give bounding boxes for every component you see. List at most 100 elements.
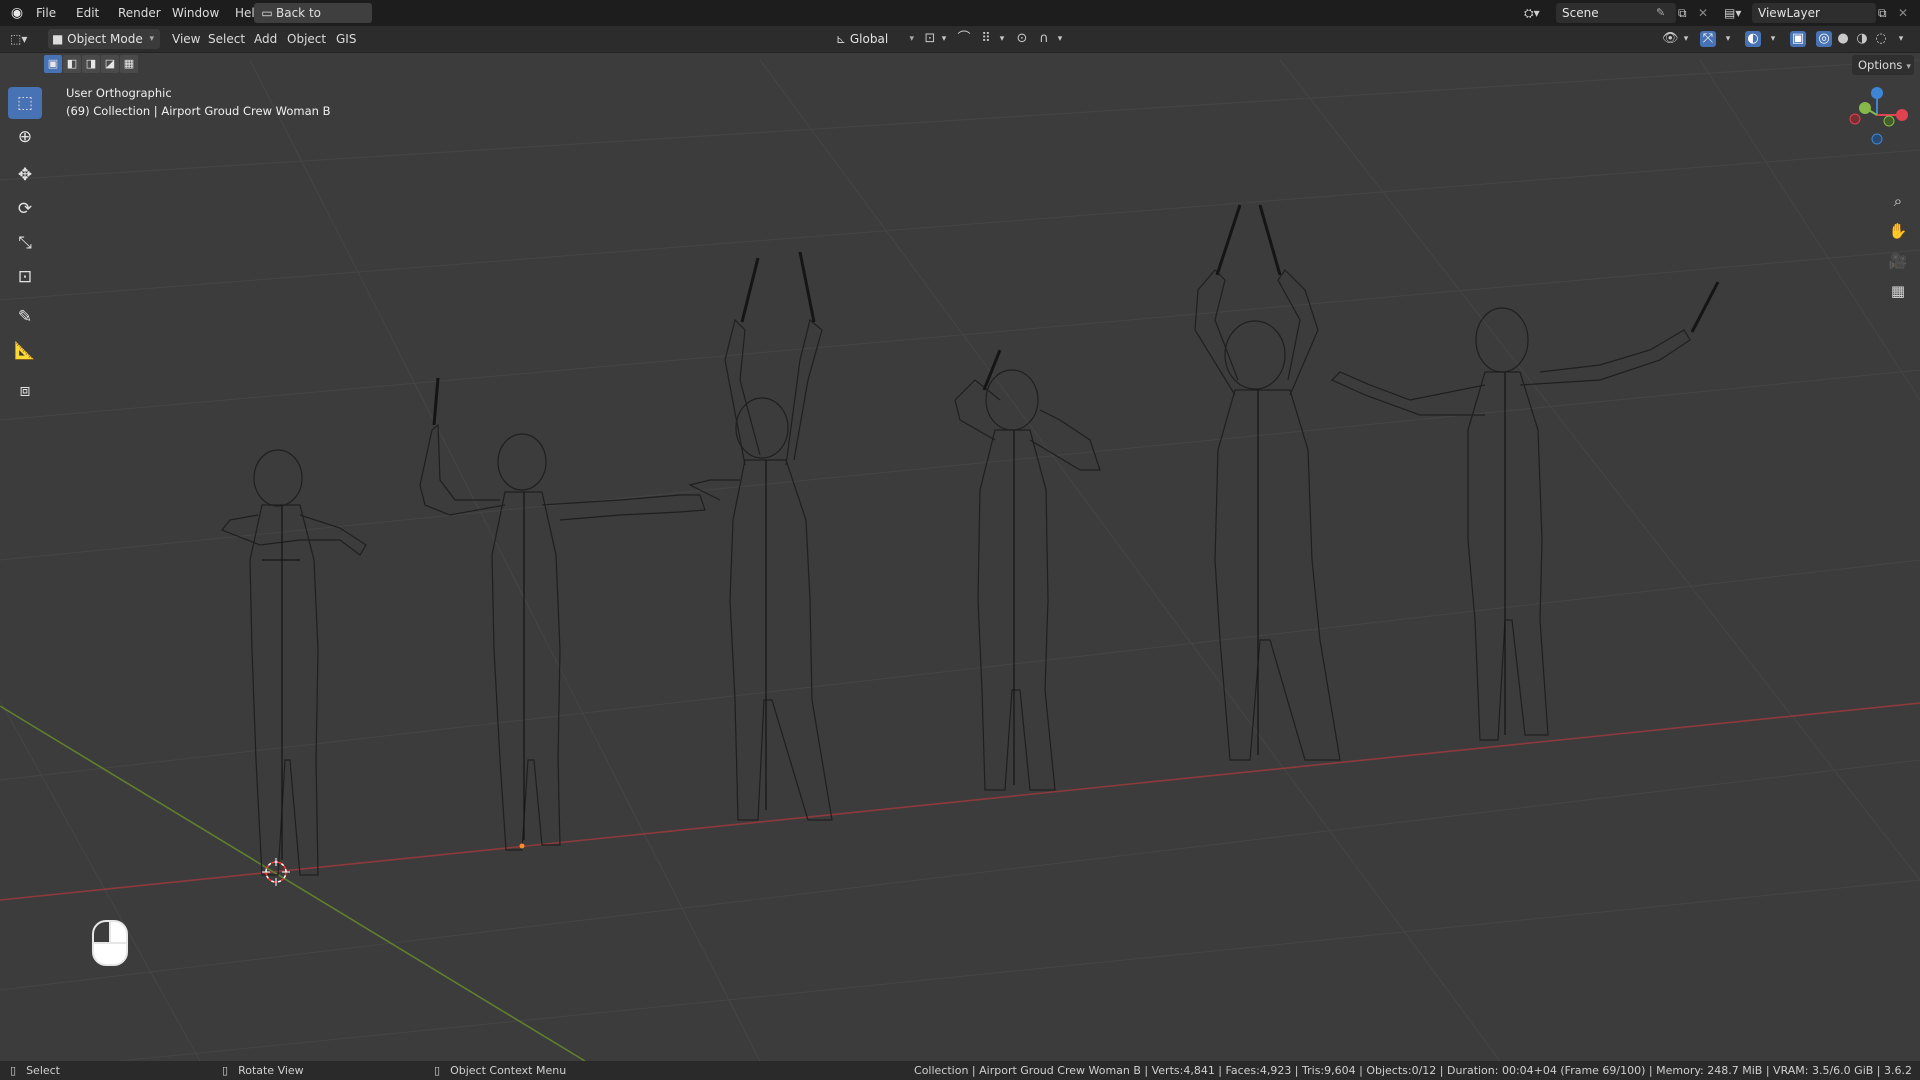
snap-icon[interactable]: ⌒ [956, 31, 972, 47]
screen-icon: ▭ [261, 6, 273, 20]
menu-select[interactable]: Select [202, 30, 251, 48]
shading-rendered-icon[interactable]: ◌ [1873, 31, 1889, 47]
options-label: Options [1858, 58, 1903, 72]
orientation-label: Global [849, 32, 889, 46]
object-mode-icon: ■ [52, 32, 68, 46]
new-viewlayer-icon[interactable]: ⧉ [1878, 4, 1894, 22]
top-menubar: ◉ File Edit Render Window Help ▭ Back to … [0, 0, 1920, 40]
context-menu-label: Object Context Menu [450, 1064, 567, 1077]
editor-type-icon[interactable]: ⬚▾ [10, 30, 40, 48]
falloff-icon[interactable]: ∩ [1036, 31, 1052, 47]
figure-1 [221, 449, 367, 876]
overlays-toggle-icon[interactable]: ◐ [1745, 31, 1761, 47]
rotate-view-label: Rotate View [238, 1064, 304, 1077]
chevron-down-icon: ▾ [149, 34, 154, 44]
select-new-icon[interactable]: ▣ [44, 55, 62, 73]
viewport-header: ⬚▾ ■ Object Mode ▾ View Select Add Object… [0, 26, 1920, 53]
delete-scene-icon[interactable]: ✕ [1698, 4, 1714, 22]
figure-2 [419, 377, 706, 851]
select-extend-icon[interactable]: ◧ [63, 55, 81, 73]
viewport-canvas [0, 59, 1920, 1061]
pivot-chevron-icon[interactable]: ▾ [936, 31, 952, 47]
mode-dropdown[interactable]: ■ Object Mode ▾ [48, 29, 160, 49]
overlays-chevron-icon[interactable]: ▾ [1765, 31, 1781, 47]
visibility-chevron-icon[interactable]: ▾ [1678, 31, 1694, 47]
figure-6 [1330, 281, 1720, 741]
options-dropdown[interactable]: Options ▾ [1852, 55, 1914, 75]
camera-view-icon[interactable]: 🎥 [1885, 248, 1911, 274]
mouse-middle-icon: ▯ [222, 1064, 229, 1077]
proportional-edit-icon[interactable]: ⊙ [1014, 31, 1030, 47]
delete-viewlayer-icon[interactable]: ✕ [1898, 4, 1914, 22]
annotate-icon[interactable]: ✎ [8, 301, 42, 333]
gizmo-toggle-icon[interactable]: ⤧ [1700, 31, 1716, 47]
select-hint: ▯ Select [10, 1063, 60, 1078]
zoom-icon[interactable]: ⌕ [1885, 188, 1911, 214]
menu-gis[interactable]: GIS [330, 30, 362, 48]
pan-hand-icon[interactable]: ✋ [1885, 218, 1911, 244]
menu-object[interactable]: Object [281, 30, 332, 48]
gizmo-chevron-icon[interactable]: ▾ [1720, 31, 1736, 47]
transform-icon[interactable]: ⊡ [8, 261, 42, 293]
mouse-hint-icon [92, 920, 128, 966]
figure-3 [688, 251, 833, 821]
menu-file[interactable]: File [30, 4, 62, 22]
falloff-chevron-icon[interactable]: ▾ [1052, 31, 1068, 47]
mode-label: Object Mode [67, 32, 143, 46]
figure-4 [954, 349, 1101, 791]
menu-window[interactable]: Window [166, 4, 225, 22]
y-axis-line [0, 705, 586, 1061]
x-axis-line [0, 702, 1920, 901]
select-subtract-icon[interactable]: ◨ [82, 55, 100, 73]
viewlayer-type-icon[interactable]: ▤▾ [1724, 4, 1754, 22]
status-bar: ▯ Select ▯ Rotate View ▯ Object Context Men… [0, 1061, 1920, 1080]
3d-viewport[interactable]: ▣ ◧ ◨ ◪ ▦ User Orthographic (69) Collect… [0, 53, 1920, 1061]
viewlayer-field[interactable]: ViewLayer [1752, 3, 1876, 23]
scene-type-icon[interactable]: ⛭▾ [1524, 4, 1554, 22]
shading-chevron-icon[interactable]: ▾ [1893, 31, 1909, 47]
back-to-previous-button[interactable]: ▭Back to Previous [254, 3, 372, 40]
menu-render[interactable]: Render [112, 4, 167, 22]
scene-label: Scene [1562, 6, 1599, 20]
toggle-ortho-grid-icon[interactable]: ▦ [1885, 278, 1911, 304]
select-invert-icon[interactable]: ◪ [101, 55, 119, 73]
mouse-left-icon: ▯ [10, 1064, 17, 1077]
figure-5 [1194, 204, 1341, 761]
new-scene-icon[interactable]: ⧉ [1678, 4, 1694, 22]
rotate-view-hint: ▯ Rotate View [222, 1063, 304, 1078]
scale-icon[interactable]: ⤡ [8, 227, 42, 259]
move-icon[interactable]: ✥ [8, 159, 42, 191]
scene-statistics: Collection | Airport Groud Crew Woman B … [914, 1064, 1912, 1077]
shading-solid-icon[interactable]: ● [1835, 31, 1851, 47]
shading-wireframe-icon[interactable]: ◎ [1816, 31, 1832, 47]
cursor-icon[interactable]: ⊕ [8, 121, 42, 153]
view-name-label: User Orthographic [66, 86, 172, 100]
snap-chevron-icon[interactable]: ▾ [994, 31, 1010, 47]
collection-info-label: (69) Collection | Airport Groud Crew Wom… [66, 104, 331, 118]
navigation-gizmo [1849, 87, 1908, 145]
visibility-icon[interactable]: 👁 [1662, 31, 1679, 47]
blender-logo-icon[interactable]: ◉ [8, 4, 26, 22]
orientation-icon: ⊾ [836, 32, 850, 46]
chevron-down-icon: ▾ [909, 34, 914, 44]
menu-add[interactable]: Add [248, 30, 283, 48]
select-box-icon[interactable]: ⬚ [8, 87, 42, 119]
rotate-icon[interactable]: ⟳ [8, 193, 42, 225]
mouse-right-icon: ▯ [434, 1064, 441, 1077]
orientation-dropdown[interactable]: ⊾ Global ▾ [836, 29, 916, 49]
select-intersect-icon[interactable]: ▦ [120, 55, 138, 73]
viewlayer-label: ViewLayer [1758, 6, 1820, 20]
xray-toggle-icon[interactable]: ▣ [1790, 31, 1806, 47]
pin-icon[interactable]: ✎ [1656, 4, 1672, 22]
chevron-down-icon: ▾ [1906, 62, 1911, 72]
menu-edit[interactable]: Edit [70, 4, 105, 22]
wireframe-figures [221, 204, 1720, 876]
measure-icon[interactable]: 📐 [8, 335, 42, 367]
origin-point [519, 843, 525, 849]
context-menu-hint: ▯ Object Context Menu [434, 1063, 566, 1078]
select-hint-label: Select [26, 1064, 60, 1077]
add-cube-icon[interactable]: ⧈ [8, 375, 42, 407]
snap-target-icon[interactable]: ⠿ [978, 31, 994, 47]
menu-view[interactable]: View [166, 30, 206, 48]
shading-material-icon[interactable]: ◑ [1854, 31, 1870, 47]
